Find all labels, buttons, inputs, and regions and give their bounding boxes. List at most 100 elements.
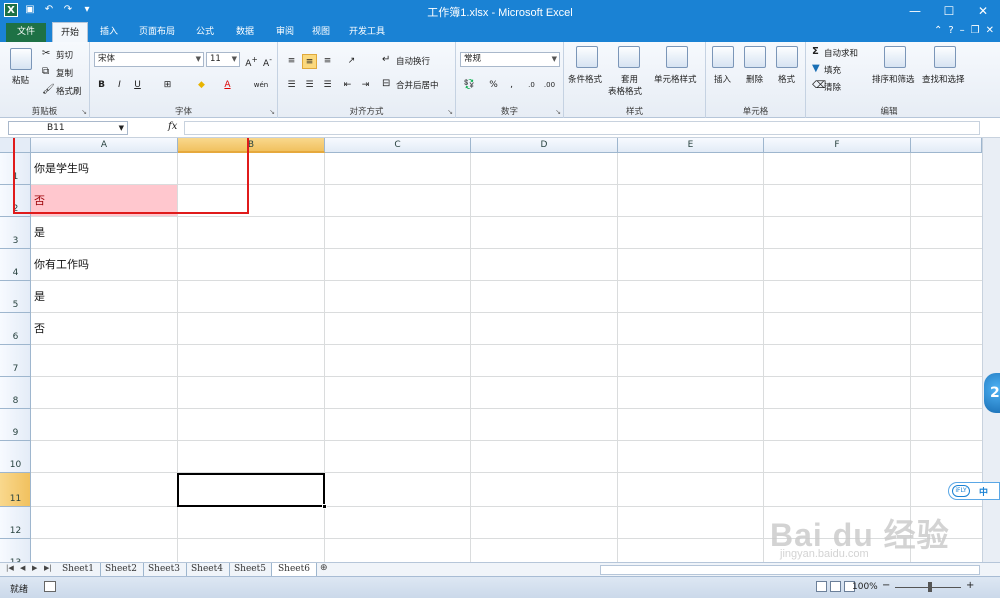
- increase-indent-icon[interactable]: ⇥: [358, 78, 373, 93]
- fill-button[interactable]: 填充: [824, 64, 841, 76]
- increase-decimal-icon[interactable]: .0: [524, 78, 539, 93]
- row-header-13[interactable]: 13: [0, 539, 31, 562]
- comma-button[interactable]: ,: [504, 78, 519, 93]
- worksheet-grid[interactable]: A B C D E F 1 2 3 4 5 6 7 8 9 10 11 12 1…: [0, 138, 1000, 562]
- tab-formulas[interactable]: 公式: [188, 22, 222, 42]
- number-format-select[interactable]: 常规 ▼: [460, 52, 560, 67]
- formula-input[interactable]: [184, 121, 980, 135]
- sheet-tab-5[interactable]: Sheet5: [228, 563, 273, 576]
- tab-review[interactable]: 审阅: [268, 22, 302, 42]
- insert-cells-button[interactable]: 插入: [714, 73, 731, 85]
- wrap-text-button[interactable]: 自动换行: [396, 55, 430, 67]
- row-header-7[interactable]: 7: [0, 345, 31, 377]
- italic-button[interactable]: I: [112, 78, 127, 93]
- orientation-icon[interactable]: ↗: [344, 54, 359, 69]
- sheet-tab-6[interactable]: Sheet6: [271, 563, 317, 576]
- ribbon-minimize-icon[interactable]: ⌃: [934, 25, 942, 36]
- normal-view-icon[interactable]: [816, 581, 827, 592]
- active-cell-b11[interactable]: [177, 473, 327, 509]
- column-header-g[interactable]: [911, 138, 982, 153]
- window-minimize-icon[interactable]: –: [960, 25, 965, 36]
- prev-sheet-icon[interactable]: ◀: [20, 564, 25, 572]
- find-select-button[interactable]: 查找和选择: [922, 73, 965, 85]
- tab-file[interactable]: 文件: [6, 23, 46, 42]
- align-top-icon[interactable]: ≡: [284, 54, 299, 69]
- macro-record-icon[interactable]: [44, 581, 56, 592]
- align-right-icon[interactable]: ☰: [320, 78, 335, 93]
- row-header-3[interactable]: 3: [0, 217, 31, 249]
- accounting-format-icon[interactable]: 💱: [462, 78, 477, 93]
- align-middle-icon[interactable]: ≡: [302, 54, 317, 69]
- align-bottom-icon[interactable]: ≡: [320, 54, 335, 69]
- name-box[interactable]: B11 ▼: [8, 121, 128, 135]
- sort-filter-button[interactable]: 排序和筛选: [872, 73, 915, 85]
- sheet-tab-2[interactable]: Sheet2: [99, 563, 144, 576]
- window-restore-icon[interactable]: ❐: [971, 25, 980, 36]
- row-header-9[interactable]: 9: [0, 409, 31, 441]
- cell-a4[interactable]: 你有工作吗: [31, 249, 177, 280]
- row-header-4[interactable]: 4: [0, 249, 31, 281]
- bold-button[interactable]: B: [94, 78, 109, 93]
- shrink-font-icon[interactable]: A-: [260, 52, 275, 69]
- cell-a6[interactable]: 否: [31, 313, 177, 344]
- next-sheet-icon[interactable]: ▶: [32, 564, 37, 572]
- paste-button[interactable]: 粘贴: [12, 74, 29, 86]
- autosum-button[interactable]: 自动求和: [824, 47, 858, 59]
- font-name-select[interactable]: 宋体 ▼: [94, 52, 204, 67]
- row-header-10[interactable]: 10: [0, 441, 31, 473]
- format-cells-button[interactable]: 格式: [778, 73, 795, 85]
- close-button[interactable]: ✕: [966, 0, 1000, 22]
- sheet-tab-4[interactable]: Sheet4: [185, 563, 230, 576]
- paste-icon[interactable]: [10, 48, 32, 70]
- clear-button[interactable]: 清除: [824, 81, 841, 93]
- number-launcher-icon[interactable]: ↘: [555, 108, 561, 116]
- sheet-tab-1[interactable]: Sheet1: [56, 563, 101, 576]
- borders-icon[interactable]: ⊞: [160, 78, 175, 93]
- fill-color-icon[interactable]: ◆: [194, 78, 209, 93]
- tab-view[interactable]: 视图: [304, 22, 338, 42]
- font-size-select[interactable]: 11 ▼: [206, 52, 240, 67]
- page-layout-view-icon[interactable]: [830, 581, 841, 592]
- insert-sheet-icon[interactable]: ⊕: [320, 563, 328, 573]
- align-left-icon[interactable]: ☰: [284, 78, 299, 93]
- clipboard-launcher-icon[interactable]: ↘: [81, 108, 87, 116]
- row-header-11[interactable]: 11: [0, 473, 31, 507]
- tab-home[interactable]: 开始: [52, 22, 88, 42]
- sheet-tab-3[interactable]: Sheet3: [142, 563, 187, 576]
- zoom-slider-thumb[interactable]: [928, 582, 932, 592]
- column-header-c[interactable]: C: [325, 138, 471, 153]
- row-header-12[interactable]: 12: [0, 507, 31, 539]
- column-header-f[interactable]: F: [764, 138, 911, 153]
- tab-developer[interactable]: 开发工具: [342, 22, 392, 42]
- last-sheet-icon[interactable]: ▶|: [44, 564, 52, 572]
- conditional-formatting-button[interactable]: 条件格式: [568, 73, 602, 85]
- ifly-input-method-badge[interactable]: iFLY 中: [948, 482, 1000, 500]
- align-center-icon[interactable]: ☰: [302, 78, 317, 93]
- underline-button[interactable]: U: [130, 78, 145, 93]
- format-as-table-button[interactable]: 套用: [621, 73, 638, 85]
- window-close-icon[interactable]: ✕: [986, 25, 994, 36]
- cell-a3[interactable]: 是: [31, 217, 177, 248]
- row-header-8[interactable]: 8: [0, 377, 31, 409]
- tab-page-layout[interactable]: 页面布局: [132, 22, 182, 42]
- column-header-d[interactable]: D: [471, 138, 618, 153]
- first-sheet-icon[interactable]: |◀: [6, 564, 14, 572]
- delete-cells-button[interactable]: 删除: [746, 73, 763, 85]
- font-launcher-icon[interactable]: ↘: [269, 108, 275, 116]
- percent-button[interactable]: %: [486, 78, 501, 93]
- decrease-decimal-icon[interactable]: .00: [542, 78, 557, 93]
- font-color-icon[interactable]: A: [220, 78, 235, 93]
- merge-center-button[interactable]: 合并后居中: [396, 79, 439, 91]
- cell-styles-button[interactable]: 单元格样式: [654, 73, 697, 85]
- cell-a5[interactable]: 是: [31, 281, 177, 312]
- insert-function-icon[interactable]: fx: [168, 121, 177, 132]
- maximize-button[interactable]: ☐: [932, 0, 966, 22]
- grow-font-icon[interactable]: A+: [244, 52, 259, 69]
- decrease-indent-icon[interactable]: ⇤: [340, 78, 355, 93]
- zoom-level[interactable]: 100%: [852, 582, 878, 592]
- tab-insert[interactable]: 插入: [92, 22, 126, 42]
- alignment-launcher-icon[interactable]: ↘: [447, 108, 453, 116]
- phonetic-icon[interactable]: wén: [250, 78, 272, 93]
- floating-assistant-ball[interactable]: 2: [984, 373, 1000, 413]
- copy-button[interactable]: 复制: [56, 67, 73, 79]
